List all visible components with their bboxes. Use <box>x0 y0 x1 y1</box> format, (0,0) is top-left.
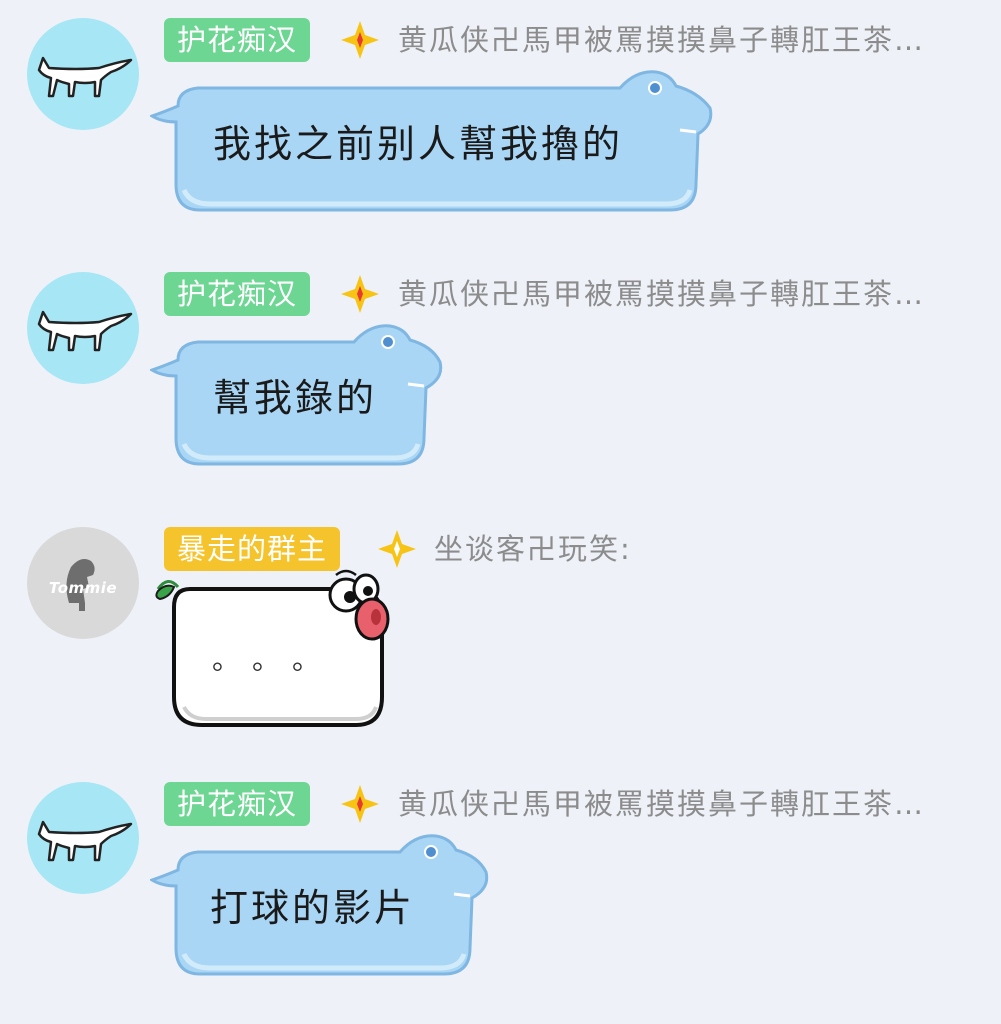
fox-avatar-icon <box>37 310 133 352</box>
chat-screen: 护花痴汉 黄瓜侠卍馬甲被罵摸摸鼻子轉肛王茶… 我找之前别人幫我擼的 护花痴汉 黄… <box>0 0 1001 1024</box>
sparkle-star-icon <box>378 530 416 568</box>
chat-message: 护花痴汉 黄瓜侠卍馬甲被罵摸摸鼻子轉肛王茶… 我找之前别人幫我擼的 <box>0 18 1001 218</box>
sender-avatar[interactable] <box>27 272 139 384</box>
sender-avatar[interactable]: Tommie <box>27 527 139 639</box>
title-badge: 护花痴汉 <box>164 272 311 316</box>
sparkle-star-icon <box>341 785 379 823</box>
title-badge: 护花痴汉 <box>164 18 311 62</box>
message-text[interactable]: 打球的影片 <box>210 889 415 927</box>
sender-name[interactable]: 黄瓜侠卍馬甲被罵摸摸鼻子轉肛王茶… <box>398 18 925 62</box>
message-text[interactable]: 。。。 <box>212 646 346 674</box>
fox-avatar-icon <box>37 820 133 862</box>
chat-message: 护花痴汉 黄瓜侠卍馬甲被罵摸摸鼻子轉肛王茶… 幫我錄的 <box>0 272 1001 472</box>
title-badge: 护花痴汉 <box>164 782 311 826</box>
sender-avatar[interactable] <box>27 18 139 130</box>
message-text[interactable]: 幫我錄的 <box>213 379 377 417</box>
title-badge: 暴走的群主 <box>164 527 341 571</box>
sender-avatar[interactable] <box>27 782 139 894</box>
message-text[interactable]: 我找之前别人幫我擼的 <box>213 125 623 163</box>
avatar-label: Tommie <box>48 579 118 597</box>
sender-name[interactable]: 坐谈客卍玩笑: <box>434 527 632 571</box>
fox-avatar-icon <box>37 56 133 98</box>
sparkle-star-icon <box>341 21 379 59</box>
sender-name[interactable]: 黄瓜侠卍馬甲被罵摸摸鼻子轉肛王茶… <box>398 272 925 316</box>
chat-message: 护花痴汉 黄瓜侠卍馬甲被罵摸摸鼻子轉肛王茶… 打球的影片 <box>0 782 1001 982</box>
sender-name[interactable]: 黄瓜侠卍馬甲被罵摸摸鼻子轉肛王茶… <box>398 782 925 826</box>
sparkle-star-icon <box>341 275 379 313</box>
chat-message: Tommie 暴走的群主 坐谈客卍玩笑: 。。。 <box>0 527 1001 727</box>
